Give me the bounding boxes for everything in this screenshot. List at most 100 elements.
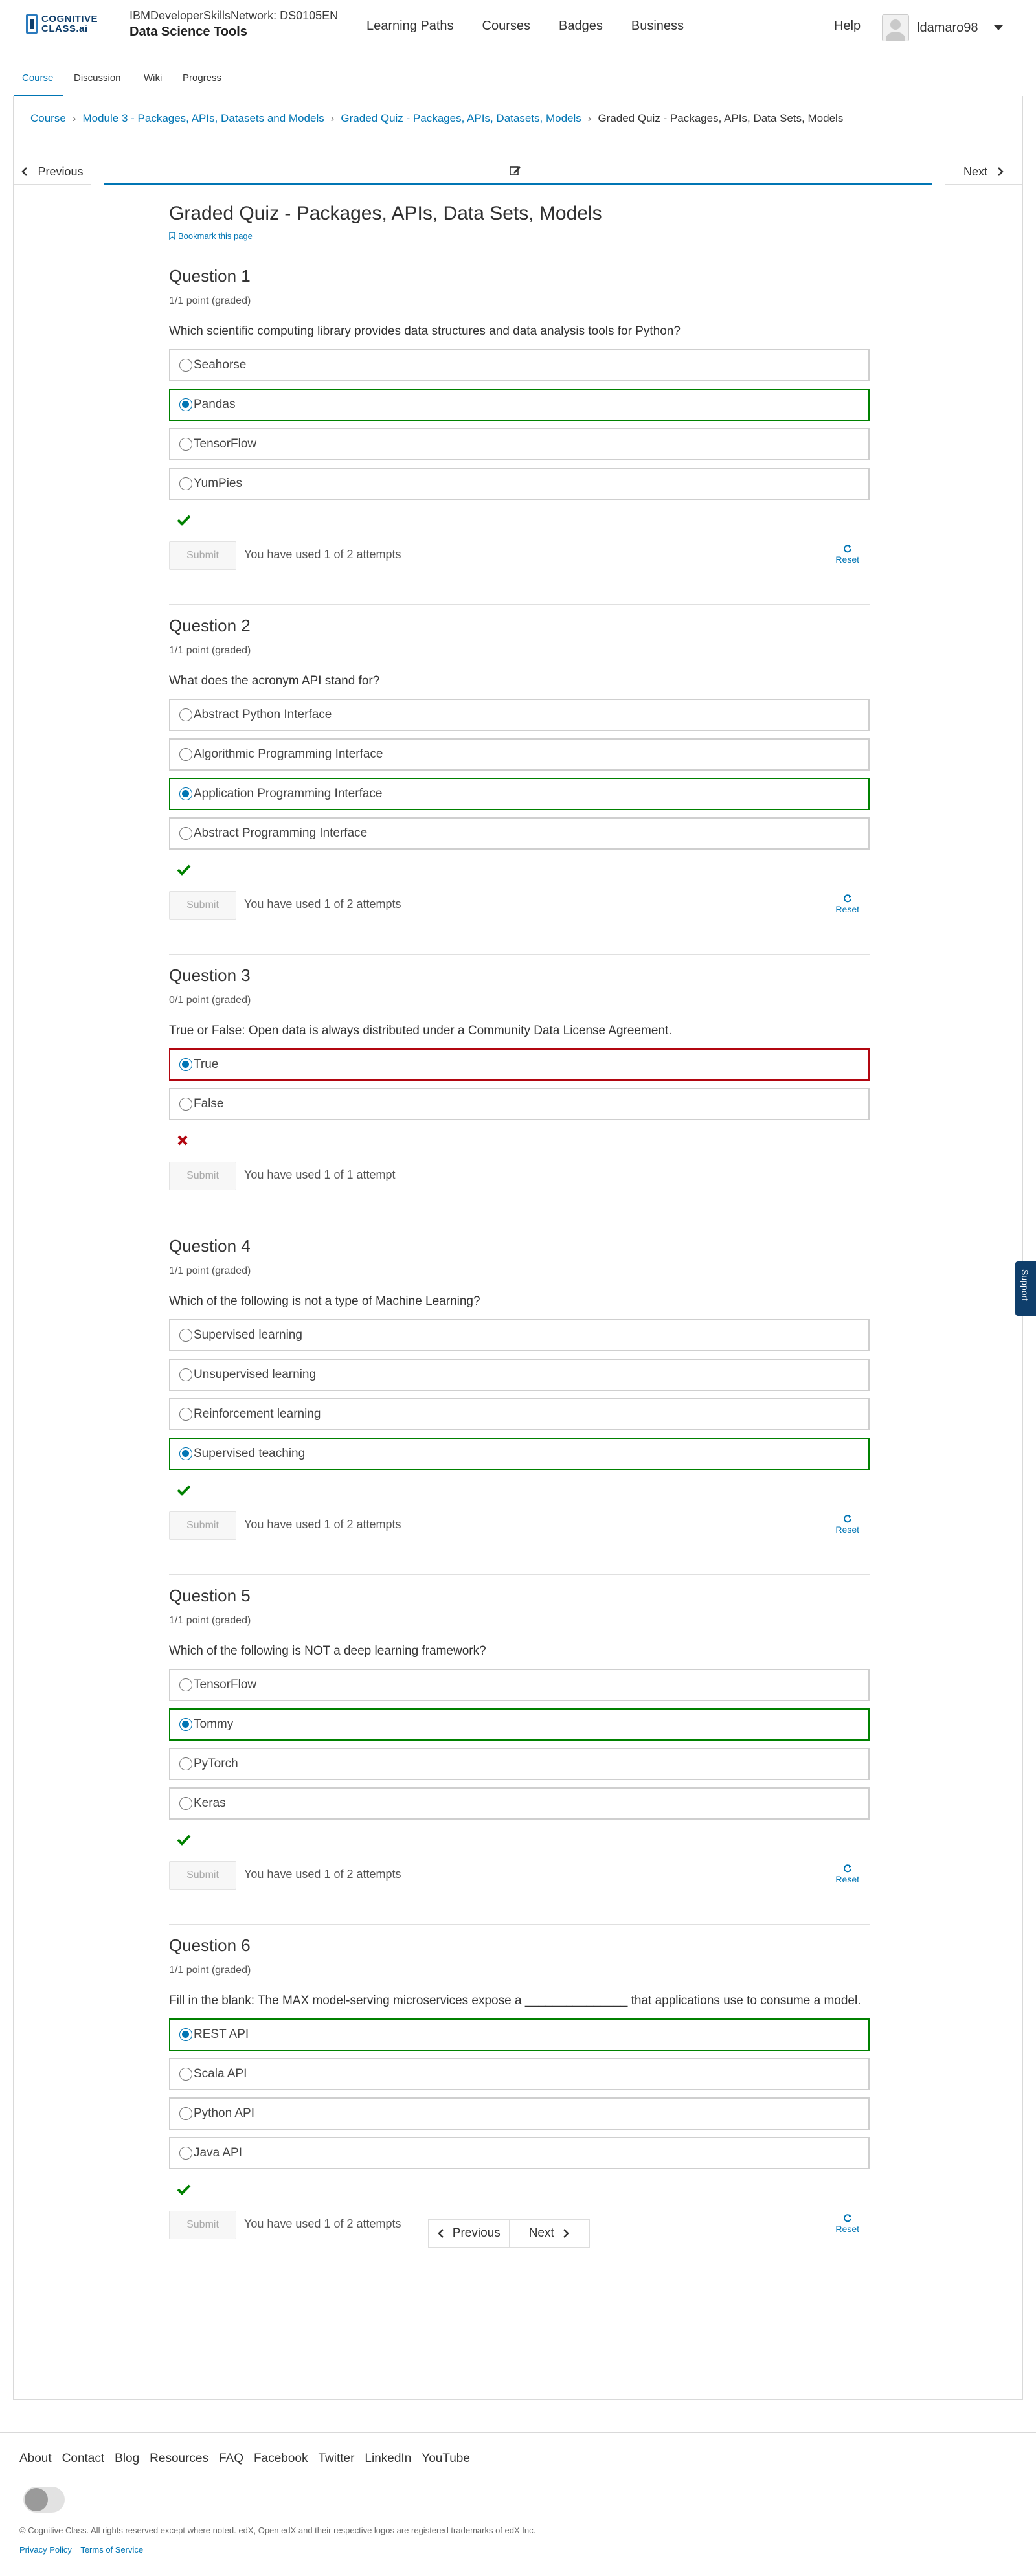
choice-option[interactable]: Algorithmic Programming Interface bbox=[169, 738, 870, 771]
breadcrumb-current: Graded Quiz - Packages, APIs, Data Sets,… bbox=[598, 112, 844, 124]
footer-link-resources[interactable]: Resources bbox=[150, 2452, 208, 2466]
choices-group: True False bbox=[169, 1048, 870, 1120]
radio-button[interactable] bbox=[179, 1098, 192, 1111]
choice-option[interactable]: Seahorse bbox=[169, 349, 870, 381]
bottom-next-button[interactable]: Next bbox=[510, 2220, 590, 2247]
radio-button[interactable] bbox=[179, 1408, 192, 1421]
breadcrumb-module[interactable]: Module 3 - Packages, APIs, Datasets and … bbox=[82, 112, 324, 124]
choice-option[interactable]: True bbox=[169, 1048, 870, 1081]
footer-link-contact[interactable]: Contact bbox=[62, 2452, 104, 2466]
choice-option[interactable]: Scala API bbox=[169, 2058, 870, 2090]
site-header: COGNITIVE CLASS.ai IBMDeveloperSkillsNet… bbox=[0, 0, 1036, 54]
terms-of-service-link[interactable]: Terms of Service bbox=[80, 2545, 143, 2555]
breadcrumb-subsection[interactable]: Graded Quiz - Packages, APIs, Datasets, … bbox=[341, 112, 581, 124]
choice-option[interactable]: TensorFlow bbox=[169, 428, 870, 460]
tab-progress[interactable]: Progress bbox=[183, 73, 221, 84]
choice-option[interactable]: YumPies bbox=[169, 468, 870, 500]
radio-button[interactable] bbox=[179, 748, 192, 761]
radio-button[interactable] bbox=[179, 398, 192, 411]
privacy-policy-link[interactable]: Privacy Policy bbox=[19, 2545, 72, 2555]
radio-button[interactable] bbox=[179, 2068, 192, 2081]
radio-button[interactable] bbox=[179, 2107, 192, 2120]
bottom-previous-button[interactable]: Previous bbox=[429, 2220, 509, 2247]
support-tab[interactable]: Support bbox=[1015, 1261, 1036, 1316]
reset-label: Reset bbox=[835, 554, 859, 565]
reset-button[interactable]: Reset bbox=[835, 2213, 859, 2234]
choice-option[interactable]: Keras bbox=[169, 1787, 870, 1820]
tab-wiki[interactable]: Wiki bbox=[144, 73, 162, 84]
question-title: Question 5 bbox=[169, 1586, 251, 1605]
submit-button[interactable]: Submit bbox=[169, 1511, 236, 1540]
nav-courses[interactable]: Courses bbox=[482, 19, 530, 34]
bottom-sequence-nav: Previous Next bbox=[428, 2219, 590, 2248]
choice-option[interactable]: Abstract Python Interface bbox=[169, 699, 870, 731]
submit-button[interactable]: Submit bbox=[169, 891, 236, 920]
radio-button[interactable] bbox=[179, 827, 192, 840]
cognitive-class-logo[interactable]: COGNITIVE CLASS.ai bbox=[26, 10, 117, 38]
radio-button[interactable] bbox=[179, 1757, 192, 1770]
choice-option[interactable]: Pandas bbox=[169, 389, 870, 421]
radio-button[interactable] bbox=[179, 359, 192, 372]
footer-link-blog[interactable]: Blog bbox=[115, 2452, 139, 2466]
answer-status bbox=[169, 1128, 870, 1155]
submit-button[interactable]: Submit bbox=[169, 2211, 236, 2239]
logo-text-line2: CLASS.ai bbox=[41, 23, 88, 34]
choice-option[interactable]: Tommy bbox=[169, 1708, 870, 1741]
theme-toggle[interactable] bbox=[23, 2487, 65, 2513]
bookmark-label: Bookmark this page bbox=[178, 231, 253, 241]
radio-button[interactable] bbox=[179, 1368, 192, 1381]
bookmark-button[interactable]: Bookmark this page bbox=[169, 231, 253, 241]
footer-link-about[interactable]: About bbox=[19, 2452, 52, 2466]
choice-option[interactable]: Supervised learning bbox=[169, 1319, 870, 1351]
caret-down-icon[interactable] bbox=[993, 25, 1003, 30]
radio-button[interactable] bbox=[179, 1058, 192, 1071]
help-link[interactable]: Help bbox=[834, 19, 861, 34]
radio-button[interactable] bbox=[179, 1329, 192, 1342]
radio-button[interactable] bbox=[179, 787, 192, 800]
previous-button[interactable]: Previous bbox=[14, 159, 91, 185]
radio-button[interactable] bbox=[179, 1447, 192, 1460]
submit-button[interactable]: Submit bbox=[169, 1861, 236, 1890]
submit-button[interactable]: Submit bbox=[169, 1162, 236, 1190]
question-text: What does the acronym API stand for? bbox=[169, 674, 380, 688]
radio-button[interactable] bbox=[179, 2028, 192, 2041]
reset-button[interactable]: Reset bbox=[835, 1514, 859, 1535]
choice-option[interactable]: PyTorch bbox=[169, 1748, 870, 1780]
choice-option[interactable]: Abstract Programming Interface bbox=[169, 817, 870, 850]
nav-badges[interactable]: Badges bbox=[559, 19, 603, 34]
breadcrumb-course[interactable]: Course bbox=[30, 112, 66, 124]
choice-option[interactable]: TensorFlow bbox=[169, 1669, 870, 1701]
nav-learning-paths[interactable]: Learning Paths bbox=[366, 19, 454, 34]
radio-button[interactable] bbox=[179, 477, 192, 490]
radio-button[interactable] bbox=[179, 1678, 192, 1691]
footer-link-linkedin[interactable]: LinkedIn bbox=[365, 2452, 411, 2466]
choice-option[interactable]: Python API bbox=[169, 2097, 870, 2130]
footer-link-facebook[interactable]: Facebook bbox=[254, 2452, 308, 2466]
radio-button[interactable] bbox=[179, 708, 192, 721]
choice-option[interactable]: Reinforcement learning bbox=[169, 1398, 870, 1430]
footer-link-faq[interactable]: FAQ bbox=[219, 2452, 243, 2466]
submit-button[interactable]: Submit bbox=[169, 541, 236, 570]
footer-link-youtube[interactable]: YouTube bbox=[422, 2452, 470, 2466]
sequence-tab-problem[interactable] bbox=[104, 159, 932, 185]
choice-option[interactable]: Java API bbox=[169, 2137, 870, 2169]
radio-button[interactable] bbox=[179, 1718, 192, 1731]
tab-course[interactable]: Course bbox=[22, 73, 53, 84]
reset-button[interactable]: Reset bbox=[835, 894, 859, 914]
radio-button[interactable] bbox=[179, 2147, 192, 2160]
choice-option[interactable]: Application Programming Interface bbox=[169, 778, 870, 810]
choice-option[interactable]: False bbox=[169, 1088, 870, 1120]
choice-option[interactable]: Unsupervised learning bbox=[169, 1359, 870, 1391]
reset-button[interactable]: Reset bbox=[835, 544, 859, 565]
user-menu[interactable]: ldamaro98 bbox=[882, 12, 1003, 44]
chevron-right-icon bbox=[998, 167, 1004, 176]
radio-button[interactable] bbox=[179, 1797, 192, 1810]
tab-discussion[interactable]: Discussion bbox=[74, 73, 121, 84]
choice-option[interactable]: Supervised teaching bbox=[169, 1438, 870, 1470]
nav-business[interactable]: Business bbox=[631, 19, 684, 34]
next-button[interactable]: Next bbox=[945, 159, 1022, 185]
choice-option[interactable]: REST API bbox=[169, 2018, 870, 2051]
reset-button[interactable]: Reset bbox=[835, 1864, 859, 1884]
radio-button[interactable] bbox=[179, 438, 192, 451]
footer-link-twitter[interactable]: Twitter bbox=[318, 2452, 354, 2466]
